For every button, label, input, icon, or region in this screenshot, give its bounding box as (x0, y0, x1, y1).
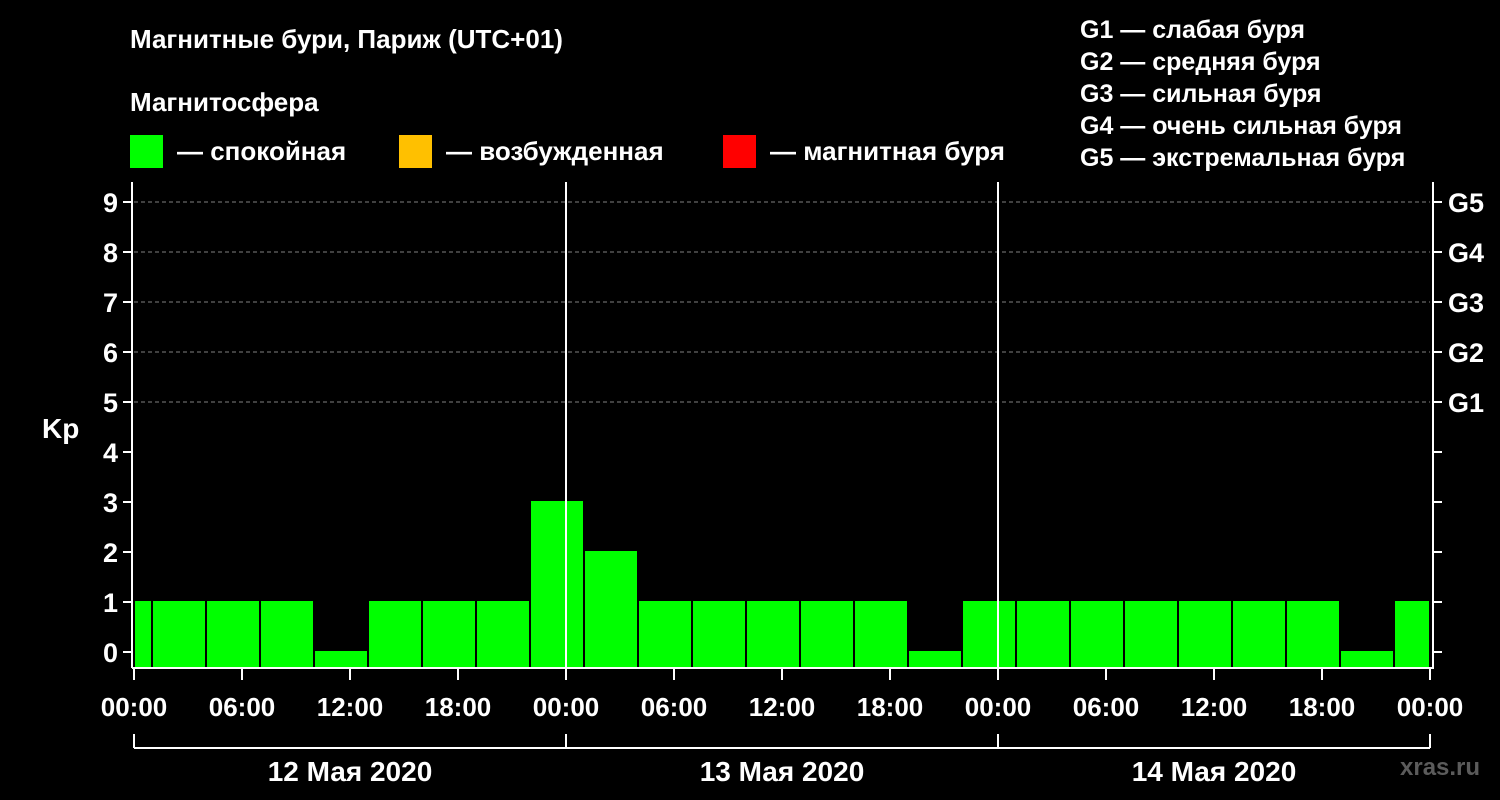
x-tick-label: 00:00 (1397, 692, 1464, 722)
kp-bar (747, 601, 799, 668)
y-tick-label: 4 (103, 438, 118, 468)
site-watermark: xras.ru (1400, 754, 1481, 781)
kp-bar (1233, 601, 1285, 668)
kp-bar (423, 601, 475, 668)
kp-bar (1341, 651, 1393, 668)
x-tick-label: 06:00 (641, 692, 708, 722)
x-tick-label: 18:00 (425, 692, 492, 722)
kp-bar (207, 601, 259, 668)
x-tick-label: 18:00 (1289, 692, 1356, 722)
x-tick-label: 06:00 (1073, 692, 1140, 722)
kp-bar (135, 601, 151, 668)
y-tick-label: 7 (103, 288, 118, 318)
kp-index-chart: 0 1 2 3 4 5 6 7 8 9 G1 G2 G3 G4 G5 Kp 00:00 06:00 12:00 18:… (42, 182, 1484, 787)
y-tick-label: 3 (103, 488, 118, 518)
kp-bar (1179, 601, 1231, 668)
x-tick-label: 12:00 (317, 692, 384, 722)
kp-bar (855, 601, 907, 668)
x-tick-label: 06:00 (209, 692, 276, 722)
day-label: 13 Мая 2020 (700, 756, 865, 787)
x-tick-label: 00:00 (533, 692, 600, 722)
y-axis-title: Kp (42, 413, 79, 444)
kp-bar (531, 501, 583, 668)
kp-bar (369, 601, 421, 668)
g-level-label: G1 (1448, 388, 1484, 418)
kp-bar (801, 601, 853, 668)
kp-bar (153, 601, 205, 668)
kp-bar (963, 601, 1015, 668)
x-tick-label: 12:00 (1181, 692, 1248, 722)
y-tick-label: 8 (103, 238, 118, 268)
kp-bar (1125, 601, 1177, 668)
g-level-label: G5 (1448, 188, 1484, 218)
g-level-label: G3 (1448, 288, 1484, 318)
kp-bar (315, 651, 367, 668)
day-label: 12 Мая 2020 (268, 756, 433, 787)
kp-bar (1287, 601, 1339, 668)
y-tick-label: 1 (103, 588, 118, 618)
x-tick-label: 12:00 (749, 692, 816, 722)
y-tick-label: 0 (103, 638, 118, 668)
kp-bar (693, 601, 745, 668)
kp-bar (1071, 601, 1123, 668)
y-tick-label: 9 (103, 188, 118, 218)
kp-bar (261, 601, 313, 668)
x-tick-label: 00:00 (965, 692, 1032, 722)
day-label: 14 Мая 2020 (1132, 756, 1297, 787)
y-tick-label: 2 (103, 538, 118, 568)
x-tick-label: 18:00 (857, 692, 924, 722)
y-tick-label: 5 (103, 388, 118, 418)
kp-bar (585, 551, 637, 668)
kp-bar (1017, 601, 1069, 668)
kp-bar (639, 601, 691, 668)
kp-bar (477, 601, 529, 668)
x-tick-label: 00:00 (101, 692, 168, 722)
kp-bar (909, 651, 961, 668)
g-level-label: G4 (1448, 238, 1484, 268)
kp-bar (1395, 601, 1429, 668)
y-tick-label: 6 (103, 338, 118, 368)
g-level-label: G2 (1448, 338, 1484, 368)
